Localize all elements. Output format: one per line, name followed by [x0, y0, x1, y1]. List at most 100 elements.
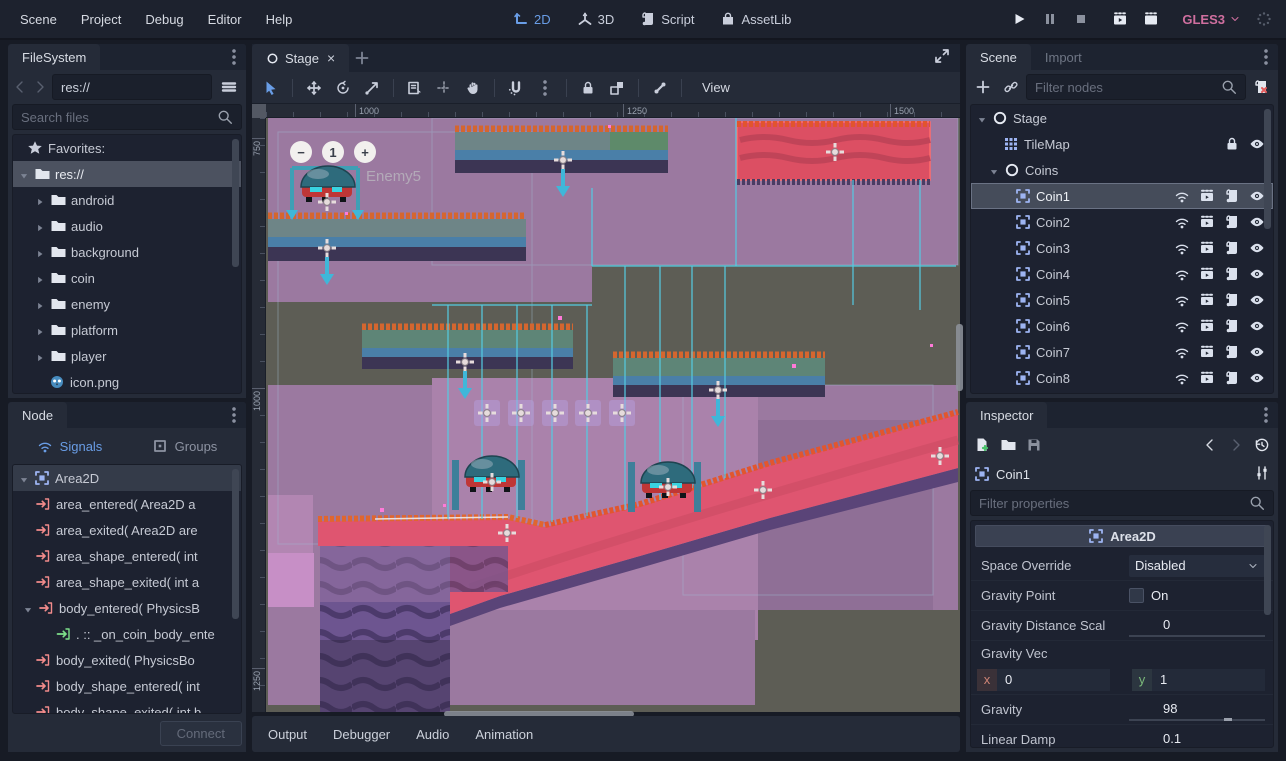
collapse-caret-icon[interactable] — [35, 247, 45, 257]
group-icon[interactable] — [1199, 266, 1215, 282]
signal-connection-icon[interactable] — [1174, 292, 1190, 308]
tree-row-folder[interactable]: coin — [13, 265, 241, 291]
slider-handle[interactable] — [1224, 718, 1232, 721]
play-button[interactable] — [1011, 11, 1027, 27]
menu-debug[interactable]: Debug — [133, 12, 195, 27]
tree-row-file[interactable]: icon.png — [13, 369, 241, 394]
category-header-area2d[interactable]: Area2D — [975, 525, 1269, 547]
tab-groups[interactable]: Groups — [127, 432, 242, 460]
tree-row-coins[interactable]: Coins — [971, 157, 1273, 183]
signal-connection-icon[interactable] — [1174, 318, 1190, 334]
signal-row[interactable]: area_shape_exited( int a — [13, 569, 241, 595]
tab-animation[interactable]: Animation — [475, 727, 533, 742]
object-tools-button[interactable] — [1254, 465, 1270, 481]
tab-filesystem[interactable]: FileSystem — [8, 44, 100, 70]
renderer-dropdown[interactable]: GLES3 — [1182, 12, 1241, 27]
signal-connection-icon[interactable] — [1174, 240, 1190, 256]
visibility-eye-icon[interactable] — [1249, 370, 1265, 386]
panel-menu-icon[interactable] — [232, 407, 236, 423]
add-node-button[interactable] — [970, 74, 996, 100]
save-resource-button[interactable] — [1026, 437, 1042, 453]
mode-3d-button[interactable]: 3D — [569, 7, 623, 31]
visibility-eye-icon[interactable] — [1249, 266, 1265, 282]
tab-inspector[interactable]: Inspector — [966, 402, 1047, 428]
signal-connection-icon[interactable] — [1174, 188, 1190, 204]
mode-script-button[interactable]: Script — [632, 7, 702, 31]
signal-row[interactable]: area_entered( Area2D a — [13, 491, 241, 517]
path-field[interactable]: res:// — [52, 74, 212, 100]
rotate-tool-button[interactable] — [332, 80, 354, 96]
visibility-eye-icon[interactable] — [1249, 344, 1265, 360]
menu-project[interactable]: Project — [69, 12, 133, 27]
tree-row-stage[interactable]: Stage — [971, 105, 1273, 131]
visibility-eye-icon[interactable] — [1249, 136, 1265, 152]
zoom-out-button[interactable]: − — [290, 141, 312, 163]
tab-audio[interactable]: Audio — [416, 727, 449, 742]
history-back-button[interactable] — [1202, 437, 1218, 453]
collapse-caret-icon[interactable] — [35, 351, 45, 361]
expand-caret-icon[interactable] — [977, 113, 987, 123]
zoom-in-button[interactable]: + — [354, 141, 376, 163]
collapse-caret-icon[interactable] — [35, 195, 45, 205]
pan-tool-button[interactable] — [462, 80, 484, 96]
platform-sprite[interactable] — [268, 216, 526, 261]
panel-menu-icon[interactable] — [1264, 49, 1268, 65]
group-icon[interactable] — [1199, 370, 1215, 386]
group-icon[interactable] — [1199, 188, 1215, 204]
tree-row-coin[interactable]: Coin1 — [971, 183, 1273, 209]
tree-row-coin[interactable]: Coin7 — [971, 339, 1273, 365]
collapse-caret-icon[interactable] — [35, 299, 45, 309]
slider-handle[interactable] — [1132, 748, 1140, 749]
tree-row-coin[interactable]: Coin6 — [971, 313, 1273, 339]
expand-caret-icon[interactable] — [19, 169, 29, 179]
signal-row[interactable]: area_shape_entered( int — [13, 543, 241, 569]
script-icon[interactable] — [1224, 266, 1240, 282]
scale-tool-button[interactable] — [361, 80, 383, 96]
expand-caret-icon[interactable] — [989, 165, 999, 175]
instance-scene-button[interactable] — [998, 74, 1024, 100]
new-scene-tab-button[interactable] — [349, 44, 375, 72]
distraction-free-button[interactable] — [934, 48, 950, 67]
visibility-eye-icon[interactable] — [1249, 292, 1265, 308]
scrollbar-thumb[interactable] — [1264, 525, 1271, 615]
tree-row-tilemap[interactable]: TileMap — [971, 131, 1273, 157]
menu-editor[interactable]: Editor — [196, 12, 254, 27]
tab-stage-scene[interactable]: Stage × — [252, 44, 349, 72]
scrollbar-thumb[interactable] — [232, 469, 239, 619]
play-scene-button[interactable] — [1112, 11, 1128, 27]
tab-node[interactable]: Node — [8, 402, 67, 428]
visibility-eye-icon[interactable] — [1249, 240, 1265, 256]
new-resource-button[interactable] — [974, 437, 990, 453]
visibility-eye-icon[interactable] — [1249, 214, 1265, 230]
stop-button[interactable] — [1073, 11, 1089, 27]
collapse-caret-icon[interactable] — [35, 221, 45, 231]
zoom-reset-button[interactable]: 1 — [322, 141, 344, 163]
list-select-button[interactable] — [404, 80, 426, 96]
play-custom-scene-button[interactable] — [1143, 11, 1159, 27]
tree-row-folder[interactable]: enemy — [13, 291, 241, 317]
signal-row-expanded[interactable]: body_entered( PhysicsB — [13, 595, 241, 621]
pause-button[interactable] — [1042, 11, 1058, 27]
tab-debugger[interactable]: Debugger — [333, 727, 390, 742]
tree-row-folder[interactable]: background — [13, 239, 241, 265]
load-resource-button[interactable] — [1000, 437, 1016, 453]
detach-script-button[interactable] — [1248, 74, 1274, 100]
snap-options-button[interactable] — [534, 80, 556, 96]
menu-scene[interactable]: Scene — [8, 12, 69, 27]
gravity-field[interactable]: 98 — [1129, 699, 1265, 721]
group-icon[interactable] — [1199, 318, 1215, 334]
signal-connection-icon[interactable] — [1174, 370, 1190, 386]
vertical-scrollbar[interactable] — [956, 324, 963, 391]
signal-connection-icon[interactable] — [1174, 344, 1190, 360]
visibility-eye-icon[interactable] — [1249, 318, 1265, 334]
signal-connection-icon[interactable] — [1174, 266, 1190, 282]
connected-slot-row[interactable]: . :: _on_coin_body_ente — [13, 621, 241, 647]
display-mode-button[interactable] — [216, 74, 242, 100]
group-icon[interactable] — [1199, 344, 1215, 360]
group-icon[interactable] — [1199, 292, 1215, 308]
history-forward-button[interactable] — [1228, 437, 1244, 453]
script-icon[interactable] — [1224, 240, 1240, 256]
favorites-row[interactable]: Favorites: — [13, 135, 241, 161]
script-icon[interactable] — [1224, 214, 1240, 230]
filter-properties-input[interactable]: Filter properties — [970, 490, 1274, 516]
